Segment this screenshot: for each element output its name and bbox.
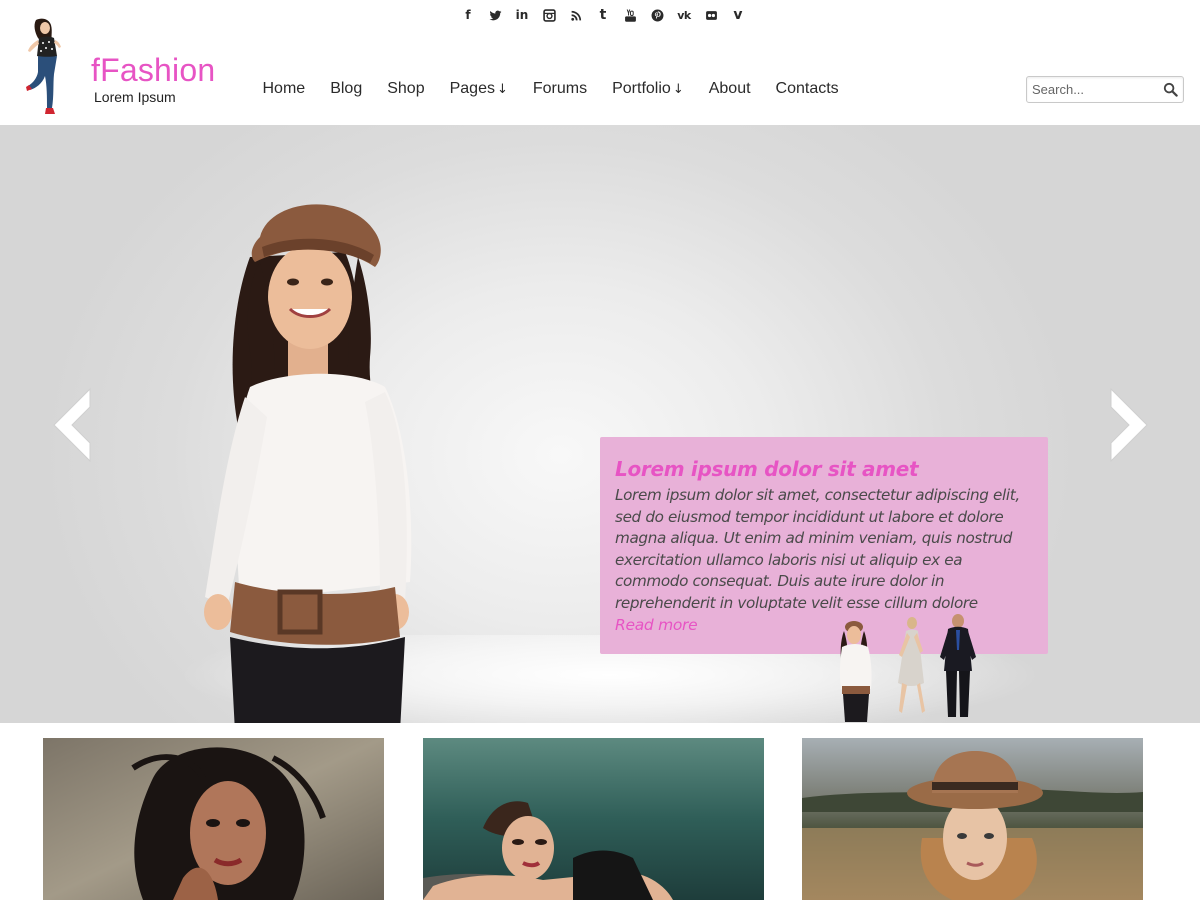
arrow-down-icon: ↓ <box>496 82 508 97</box>
arrow-down-icon: ↓ <box>672 82 684 97</box>
gallery <box>0 738 1200 900</box>
nav-pages-label: Pages <box>449 80 495 97</box>
thumb-model-3[interactable] <box>940 614 976 717</box>
gallery-card-3[interactable] <box>802 738 1143 900</box>
caption-title: Lorem ipsum dolor sit amet <box>615 457 919 481</box>
hero-slider: Lorem ipsum dolor sit amet Lorem ipsum d… <box>0 125 1200 723</box>
hero-model-image <box>204 204 412 723</box>
gallery-card-1[interactable] <box>43 738 384 900</box>
search-icon[interactable] <box>1163 82 1178 97</box>
search-box <box>1026 76 1184 103</box>
nav-home[interactable]: Home <box>250 78 318 101</box>
nav-blog[interactable]: Blog <box>318 78 375 101</box>
nav-about[interactable]: About <box>696 78 763 101</box>
nav-portfolio[interactable]: Portfolio ↓ <box>600 78 697 101</box>
nav-shop[interactable]: Shop <box>375 78 437 101</box>
nav-about-label: About <box>708 80 751 97</box>
caption-text: Lorem ipsum dolor sit amet, consectetur … <box>615 486 1020 612</box>
thumb-model-2[interactable] <box>898 617 925 713</box>
thumb-model-1[interactable] <box>839 621 872 722</box>
brand-tagline: Lorem Ipsum <box>94 89 176 105</box>
gallery-image-3 <box>802 738 1143 900</box>
gallery-image-2 <box>423 738 764 900</box>
nav-contacts-label: Contacts <box>775 80 839 97</box>
slider-thumbnails <box>839 614 976 722</box>
nav-home-label: Home <box>262 80 306 97</box>
slider-prev-arrow-icon[interactable] <box>50 387 94 463</box>
nav-pages[interactable]: Pages ↓ <box>437 78 520 101</box>
slider-next-arrow-icon[interactable] <box>1107 387 1151 463</box>
nav-forums-label: Forums <box>532 80 588 97</box>
read-more-link[interactable]: Read more <box>615 614 698 636</box>
gallery-image-1 <box>43 738 384 900</box>
logo-figure-icon[interactable] <box>22 16 88 126</box>
nav-contacts[interactable]: Contacts <box>763 78 851 101</box>
nav-blog-label: Blog <box>330 80 363 97</box>
gallery-card-2[interactable] <box>423 738 764 900</box>
main-nav: Home Blog Shop Pages ↓ Forums Portfolio ↓ … <box>250 78 851 101</box>
nav-forums[interactable]: Forums <box>520 78 599 101</box>
site-header: fFashion Lorem Ipsum Home Blog Shop Page… <box>0 0 1200 125</box>
nav-portfolio-label: Portfolio <box>612 80 671 97</box>
nav-shop-label: Shop <box>387 80 425 97</box>
search-input[interactable] <box>1027 77 1155 102</box>
brand-title[interactable]: fFashion <box>91 52 215 89</box>
